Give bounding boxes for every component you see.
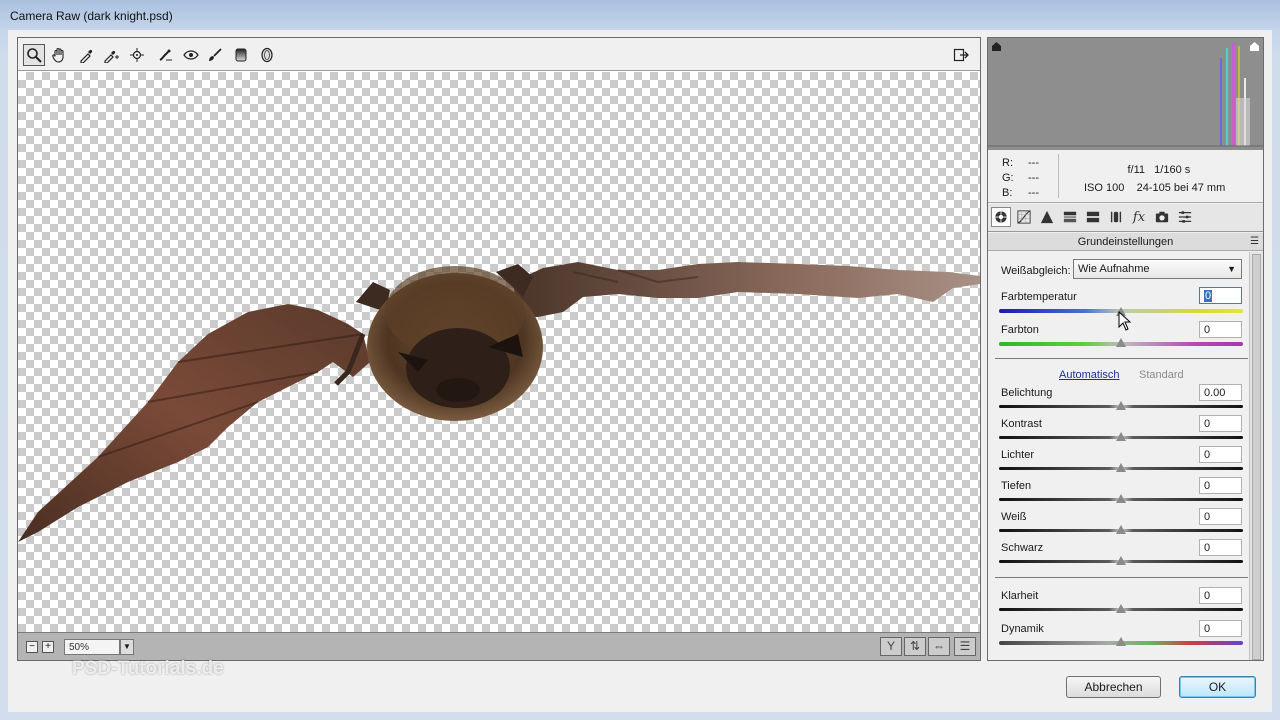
mouse-cursor-icon — [1118, 311, 1132, 331]
watermark: PSD-Tutorials.de — [72, 658, 224, 679]
cancel-button[interactable]: Abbrechen — [1066, 676, 1161, 698]
aperture: f/11 — [1127, 164, 1145, 176]
red-eye-icon[interactable] — [180, 44, 202, 66]
tab-split-toning-icon[interactable] — [1083, 207, 1103, 227]
image-canvas[interactable] — [18, 72, 980, 632]
bat-image — [18, 262, 980, 542]
divider — [995, 358, 1248, 359]
panel-menu-icon[interactable]: ☰ — [1250, 233, 1259, 251]
ok-button[interactable]: OK — [1179, 676, 1256, 698]
tint-value-field[interactable]: 0 — [1199, 321, 1242, 338]
slider-label-blacks: Schwarz — [1001, 542, 1044, 554]
section-header: Grundeinstellungen ☰ — [988, 233, 1263, 251]
graduated-filter-icon[interactable] — [230, 44, 252, 66]
white-balance-value: Wie Aufnahme — [1078, 263, 1150, 275]
copy-settings-icon[interactable]: ⇔ — [928, 637, 950, 656]
whites-value-field[interactable]: 0 — [1199, 508, 1242, 525]
white-balance-select[interactable]: Wie Aufnahme ▼ — [1073, 259, 1242, 279]
zoom-level-field[interactable]: 50% — [64, 639, 120, 655]
color-sampler-icon[interactable] — [100, 44, 122, 66]
blacks-value-field[interactable]: 0 — [1199, 539, 1242, 556]
slider-label-contrast: Kontrast — [1001, 418, 1042, 430]
targeted-adjustment-icon[interactable] — [126, 44, 148, 66]
chevron-down-icon: ▼ — [1227, 264, 1236, 274]
temperature-value: 0 — [1204, 290, 1213, 302]
histogram-graph — [988, 43, 1263, 147]
panel-scrollbar[interactable] — [1249, 252, 1263, 660]
radial-filter-icon[interactable] — [256, 44, 278, 66]
clarity-value-field[interactable]: 0 — [1199, 587, 1242, 604]
panel-tabs: fx — [988, 204, 1263, 232]
swap-settings-icon[interactable]: ⇅ — [904, 637, 926, 656]
adjustment-brush-icon[interactable] — [204, 44, 226, 66]
toggle-preview-icon[interactable]: ☰ — [954, 637, 976, 656]
vibrance-value-field[interactable]: 0 — [1199, 620, 1242, 637]
scrollbar-thumb[interactable] — [1252, 254, 1261, 660]
tab-lens-corrections-icon[interactable] — [1106, 207, 1126, 227]
tab-hsl-icon[interactable] — [1060, 207, 1080, 227]
zoom-out-button[interactable]: − — [26, 641, 38, 653]
zoom-tool-icon[interactable] — [23, 44, 45, 66]
shutter-speed: 1/160 s — [1154, 164, 1191, 176]
info-area: R: --- G: --- B: --- f/11 1/160 s ISO 100 2… — [988, 150, 1263, 203]
temperature-value-field[interactable]: 0 — [1199, 287, 1242, 304]
exposure-value-field[interactable]: 0.00 — [1199, 384, 1242, 401]
white-balance-label: Weißabgleich: — [1001, 265, 1071, 277]
slider-label-exposure: Belichtung — [1001, 387, 1053, 399]
eyedropper-icon[interactable] — [76, 44, 98, 66]
preview-pane: − + 50% ▼ Y ⇅ ⇔ ☰ — [17, 37, 981, 661]
default-link[interactable]: Standard — [1139, 369, 1184, 381]
lens: 24-105 bei 47 mm — [1136, 182, 1226, 194]
r-value: --- — [1028, 157, 1039, 169]
tab-tone-curve-icon[interactable] — [1014, 207, 1034, 227]
dialog-client: − + 50% ▼ Y ⇅ ⇔ ☰ PSD-Tutorials.de R: --… — [8, 30, 1272, 712]
contrast-value-field[interactable]: 0 — [1199, 415, 1242, 432]
slider-label-shadows: Tiefen — [1001, 480, 1032, 492]
g-value: --- — [1028, 172, 1039, 184]
b-value: --- — [1028, 187, 1039, 199]
info-divider — [1058, 154, 1059, 198]
g-label: G: — [1002, 172, 1014, 184]
status-bar: − + 50% ▼ Y ⇅ ⇔ ☰ — [18, 632, 980, 660]
adjustment-panel: R: --- G: --- B: --- f/11 1/160 s ISO 100 2… — [987, 37, 1264, 661]
iso: ISO 100 — [1084, 182, 1125, 194]
tab-presets-icon[interactable] — [1175, 207, 1195, 227]
camera-info: f/11 1/160 s ISO 100 24-105 bei 47 mm — [1084, 161, 1225, 197]
histogram — [988, 38, 1263, 150]
divider — [995, 577, 1248, 578]
tab-camera-calibration-icon[interactable] — [1152, 207, 1172, 227]
camera-raw-window: Camera Raw (dark knight.psd) − + 50% ▼ Y… — [0, 0, 1280, 720]
section-title: Grundeinstellungen — [1077, 236, 1174, 248]
before-after-view-icon[interactable]: Y — [880, 637, 902, 656]
window-title: Camera Raw (dark knight.psd) — [10, 9, 173, 23]
tool-bar — [18, 38, 980, 71]
spot-removal-icon[interactable] — [154, 44, 176, 66]
tab-effects-icon[interactable]: fx — [1129, 207, 1149, 227]
fullscreen-icon[interactable] — [950, 44, 972, 66]
tab-detail-icon[interactable] — [1037, 207, 1057, 227]
highlights-value-field[interactable]: 0 — [1199, 446, 1242, 463]
tab-basic-icon[interactable] — [991, 207, 1011, 227]
zoom-in-button[interactable]: + — [42, 641, 54, 653]
zoom-dropdown-icon[interactable]: ▼ — [120, 639, 134, 655]
slider-label-clarity: Klarheit — [1001, 590, 1039, 602]
slider-label-highlights: Lichter — [1001, 449, 1035, 461]
hand-tool-icon[interactable] — [48, 44, 70, 66]
r-label: R: — [1002, 157, 1013, 169]
slider-label-tint: Farbton — [1001, 324, 1039, 336]
slider-label-vibrance: Dynamik — [1001, 623, 1044, 635]
slider-label-temperature: Farbtemperatur — [1001, 291, 1077, 303]
auto-link[interactable]: Automatisch — [1059, 369, 1120, 381]
slider-label-whites: Weiß — [1001, 511, 1027, 523]
shadows-value-field[interactable]: 0 — [1199, 477, 1242, 494]
b-label: B: — [1002, 187, 1013, 199]
rgb-readout: R: --- G: --- B: --- — [1002, 156, 1054, 201]
